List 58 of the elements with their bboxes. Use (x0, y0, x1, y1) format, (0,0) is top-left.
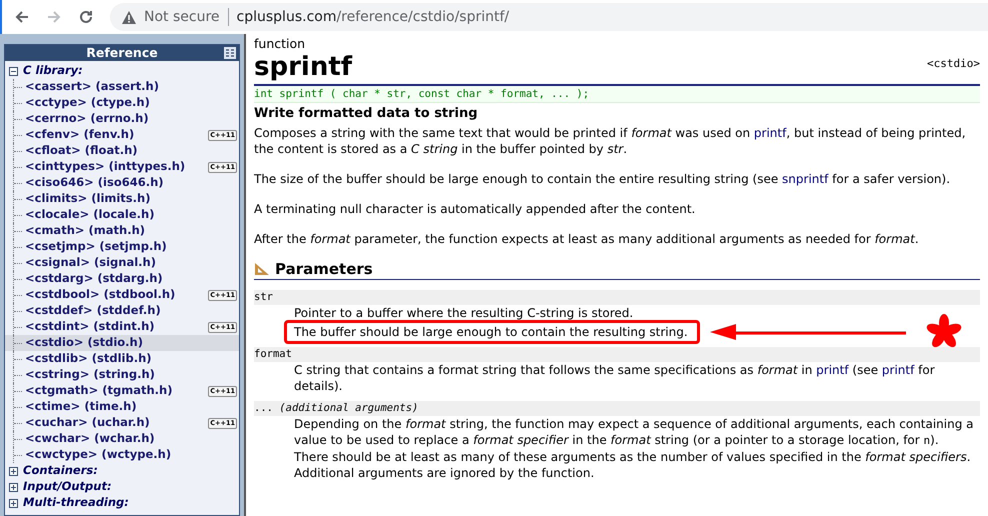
arrow-icon (710, 324, 906, 340)
warning-icon (122, 10, 136, 24)
asterisk-icon (926, 314, 962, 350)
tree-item[interactable]: <cstdlib> (stdlib.h) (5, 351, 239, 367)
summary-heading: Write formatted data to string (254, 106, 479, 122)
tree-item[interactable]: <ctime> (time.h) (5, 399, 239, 415)
tree-item[interactable]: <cstdio> (stdio.h) (5, 335, 239, 351)
url-text: cplusplus.com/reference/cstdio/sprintf/ (236, 8, 510, 26)
section-heading: Parameters (275, 261, 373, 277)
paragraph: After the format parameter, the function expects at least as many additional arguments as needed for format. (254, 231, 920, 247)
link[interactable]: snprintf (782, 172, 828, 186)
tree-item[interactable]: <cstdarg> (stdarg.h) (5, 271, 239, 287)
parameter-name: ... (additional arguments) (254, 401, 980, 416)
paragraph: Composes a string with the same text that would be printed if format was used on printf, but instead of being printed, the content is stored as a C string in the buffer pointed by str. (254, 125, 967, 157)
forward-arrow-icon (46, 9, 62, 25)
expand-icon[interactable] (9, 482, 18, 492)
parameter-name: str (254, 290, 980, 305)
tree-group-label[interactable]: Containers: (23, 462, 98, 480)
paragraph: The size of the buffer should be large enough to contain the entire resulting string (see snprintf for a safer version). (254, 171, 952, 187)
parameter-description: Pointer to a buffer where the resulting C-string is stored. (293, 305, 634, 321)
tree-item[interactable]: <csetjmp> (setjmp.h) (5, 239, 239, 255)
tree-group-label[interactable]: C library: (23, 62, 83, 80)
tree-item[interactable]: <cstddef> (stddef.h) (5, 303, 239, 319)
tree-item[interactable]: <cwctype> (wctype.h) (5, 447, 239, 463)
expand-icon[interactable] (9, 466, 18, 476)
tree-group-label[interactable]: Input/Output: (23, 478, 112, 496)
prototype-code: int sprintf ( char * str, const char * format, ... ); (254, 86, 980, 103)
parameter-name: format (254, 347, 980, 362)
reload-icon[interactable] (78, 9, 94, 25)
sidebar-title: Reference (86, 46, 158, 60)
tree-item[interactable]: <cassert> (assert.h) (5, 79, 239, 95)
tree-item[interactable]: <cfloat> (float.h) (5, 143, 239, 159)
paragraph: A terminating null character is automatically appended after the content. (254, 201, 696, 217)
address-bar[interactable]: Not secure cplusplus.com/reference/cstdio/sprintf/ (110, 3, 988, 31)
security-label: Not secure (144, 8, 220, 26)
parameter-description: The buffer should be large enough to contain the resulting string. (294, 325, 688, 339)
parameter-description: Depending on the format string, the function may expect a sequence of additional arguments, each containing a value to be used to replace a format specifier in the format string (or a pointer to a storage location, for n). There should be at least as many of these arguments as the number of values specified in the format specifiers. Additional arguments are ignored by the function. (293, 416, 975, 481)
tree-item[interactable]: <clocale> (locale.h) (5, 207, 239, 223)
tree-item[interactable]: <cctype> (ctype.h) (5, 95, 239, 111)
tree-item[interactable]: <cwchar> (wchar.h) (5, 431, 239, 447)
tree-group-label[interactable]: Multi-threading: (23, 494, 129, 512)
tree-item[interactable]: <climits> (limits.h) (5, 191, 239, 207)
collapse-icon[interactable] (9, 66, 18, 76)
kind-label: function (254, 36, 306, 52)
link[interactable]: printf (882, 363, 914, 377)
tree-item[interactable]: <cerrno> (errno.h) (5, 111, 239, 127)
sort-icon[interactable] (224, 47, 236, 59)
tree-item[interactable]: <ciso646> (iso646.h) (5, 175, 239, 191)
page-title: sprintf (254, 52, 352, 82)
tree-item[interactable]: <csignal> (signal.h) (5, 255, 239, 271)
tree-item[interactable]: <cstring> (string.h) (5, 367, 239, 383)
header-name: <cstdio> (927, 56, 980, 72)
expand-icon[interactable] (9, 498, 18, 508)
parameter-description: C string that contains a format string that follows the same specifications as format in printf (see printf for details). (293, 362, 936, 394)
tree-item[interactable]: <cmath> (math.h) (5, 223, 239, 239)
back-arrow-icon (14, 9, 30, 25)
link[interactable]: printf (816, 363, 849, 377)
link[interactable]: printf (754, 126, 786, 140)
